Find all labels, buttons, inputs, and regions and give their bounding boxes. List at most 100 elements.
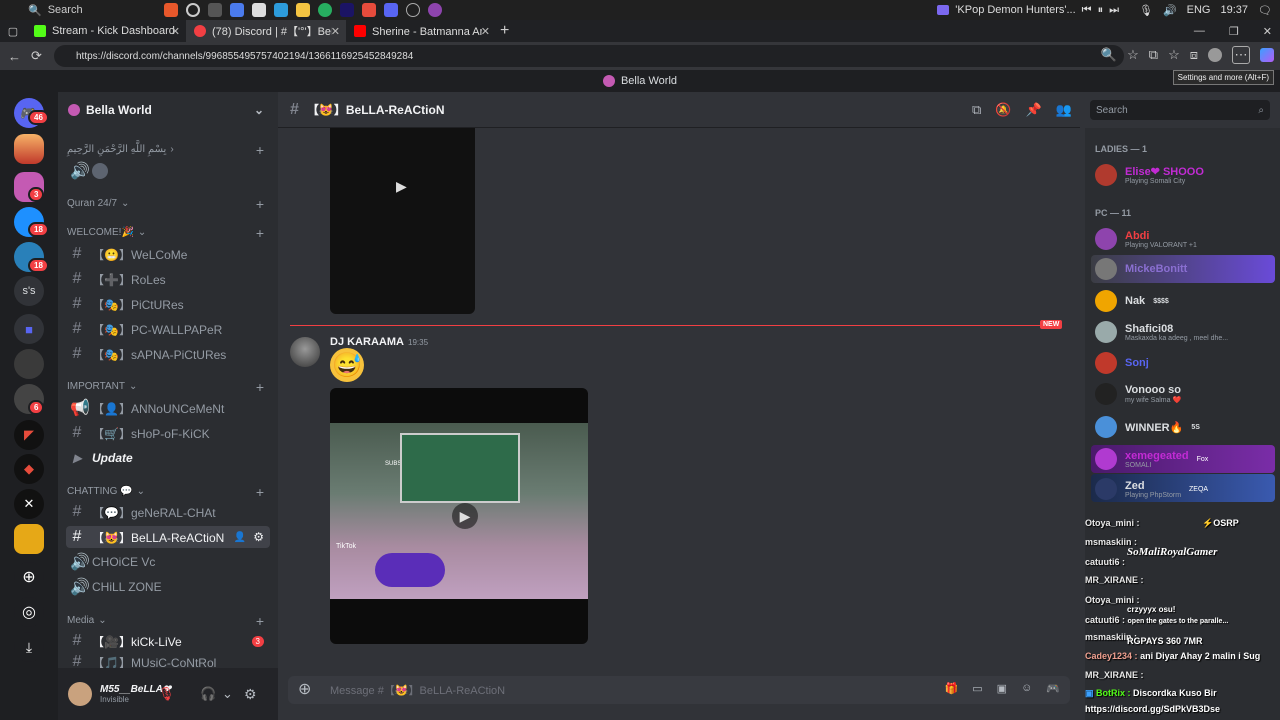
channel-roles[interactable]: # 【➕】RoLes xyxy=(66,268,270,290)
invite-icon[interactable]: 👤 xyxy=(234,532,246,543)
notification-bell-icon[interactable]: 🔕 xyxy=(995,102,1011,118)
add-channel-icon[interactable]: + xyxy=(256,142,264,158)
mute-icon[interactable]: 🎙 xyxy=(158,686,175,702)
server-icon-ss[interactable]: s's xyxy=(14,276,44,306)
member-row[interactable]: Sonj xyxy=(1095,350,1275,376)
folder-icon[interactable]: ■ xyxy=(14,314,44,344)
threads-icon[interactable]: ⧉ xyxy=(972,102,981,118)
extensions-icon[interactable]: ⧉ xyxy=(1149,47,1158,63)
channel-announcement[interactable]: 📢 【👤】ANNoUNCeMeNt xyxy=(66,397,270,419)
server-icon[interactable]: ◆ xyxy=(14,454,44,484)
category-media[interactable]: Media ⌄ xyxy=(67,615,107,626)
member-row[interactable]: Elise❤ SHOOO Playing Somali City xyxy=(1095,162,1275,188)
channel-music-control[interactable]: # 【🎵】MUsiC-CoNtRol xyxy=(66,655,270,669)
category-quran[interactable]: Quran 24/7 ⌄ xyxy=(67,198,129,209)
previous-icon[interactable]: ⏮ xyxy=(1082,4,1092,17)
close-window-icon[interactable]: ✕ xyxy=(1263,25,1272,38)
download-icon[interactable]: ⤓ xyxy=(14,632,44,662)
category-important[interactable]: IMPORTANT ⌄ xyxy=(67,381,137,392)
settings-more-button[interactable]: ⋯ xyxy=(1232,46,1250,64)
app-icon[interactable] xyxy=(208,3,222,17)
app-icon[interactable] xyxy=(164,3,178,17)
channel-welcome[interactable]: # 【😬】WeLCoMe xyxy=(66,243,270,265)
message-author[interactable]: DJ KARAAMA xyxy=(330,336,404,348)
server-header[interactable]: Bella World ⌄ xyxy=(58,92,278,128)
member-list-icon[interactable]: 👥 xyxy=(1056,102,1072,118)
channel-sapna-pictures[interactable]: # 【🎭】sAPNA-PiCtURes xyxy=(66,343,270,365)
pause-icon[interactable]: ⏸ xyxy=(1098,4,1104,17)
sticker-icon[interactable]: ▣ xyxy=(997,682,1007,695)
microphone-icon[interactable]: 🎙 xyxy=(1139,4,1153,17)
tab-actions-icon[interactable]: ▢ xyxy=(0,25,26,38)
category-welcome[interactable]: WELCOME!🎉 ⌄ xyxy=(67,227,146,238)
browser-icon[interactable] xyxy=(318,3,332,17)
add-channel-icon[interactable]: + xyxy=(256,613,264,629)
add-channel-icon[interactable]: + xyxy=(256,379,264,395)
voice-channel-row[interactable]: 🔊 xyxy=(66,160,270,182)
channel-general-chat[interactable]: # 【💬】geNeRAL-CHAt xyxy=(66,501,270,523)
close-icon[interactable]: ✕ xyxy=(331,25,340,38)
channel-shop-of-kick[interactable]: # 【🛒】sHoP-oF-KiCK xyxy=(66,422,270,444)
app-icon[interactable] xyxy=(274,3,288,17)
clock[interactable]: 19:37 xyxy=(1221,4,1249,16)
user-settings-gear-icon[interactable]: ⚙ xyxy=(244,686,257,703)
profile-avatar[interactable] xyxy=(1208,48,1222,62)
language-indicator[interactable]: ENG xyxy=(1187,4,1211,16)
category-top[interactable]: بِسْمِ اللَّهِ الرَّحْمَنِ الرَّحِيمِ › xyxy=(67,144,174,155)
address-bar[interactable]: https://discord.com/channels/99685549575… xyxy=(54,45,1124,67)
close-icon[interactable]: ✕ xyxy=(481,25,490,38)
zoom-icon[interactable]: 🔍 xyxy=(1101,47,1117,63)
minimize-icon[interactable]: — xyxy=(1194,25,1205,37)
app-icon[interactable] xyxy=(340,3,354,17)
gift-icon[interactable]: 🎁 xyxy=(945,682,959,695)
member-row[interactable]: Nak $$$$ xyxy=(1095,288,1275,314)
favorite-star-icon[interactable]: ☆ xyxy=(1127,47,1139,63)
upload-plus-icon[interactable]: ⊕ xyxy=(298,679,311,699)
channel-bella-reaction[interactable]: # 【😻】BeLLA-ReACtioN 👤 ⚙ xyxy=(66,526,270,548)
app-icon[interactable] xyxy=(362,3,376,17)
favorites-icon[interactable]: ☆ xyxy=(1168,47,1180,63)
new-tab-button[interactable]: + xyxy=(500,22,509,40)
back-icon[interactable]: ← xyxy=(8,49,21,64)
video-attachment[interactable]: ▶ xyxy=(330,128,475,314)
member-row[interactable]: MickeBonitt xyxy=(1095,256,1275,282)
volume-icon[interactable]: 🔊 xyxy=(1163,4,1177,17)
user-avatar[interactable] xyxy=(68,682,92,706)
app-icon[interactable] xyxy=(252,3,266,17)
channel-kick-live[interactable]: # 【🎥】kiCk-LiVe 3 xyxy=(66,630,270,652)
pin-icon[interactable]: 📌 xyxy=(1025,102,1041,118)
close-icon[interactable]: ✕ xyxy=(171,25,180,38)
play-icon[interactable]: ▶ xyxy=(396,178,407,195)
app-icon[interactable] xyxy=(230,3,244,17)
copilot-icon[interactable] xyxy=(1260,48,1274,62)
video-attachment[interactable]: SUBS: 11/20 TikTok ▶ xyxy=(330,388,588,644)
collections-icon[interactable]: ⧈ xyxy=(1190,47,1198,63)
server-icon[interactable]: ✕ xyxy=(14,489,44,519)
chevron-down-icon[interactable]: ⌄ xyxy=(222,686,233,702)
category-chatting[interactable]: CHATTING 💬 ⌄ xyxy=(67,486,145,497)
add-channel-icon[interactable]: + xyxy=(256,225,264,241)
channel-pc-wallpaper[interactable]: # 【🎭】PC-WALLPAPeR xyxy=(66,318,270,340)
channel-choice-vc[interactable]: 🔊 CHOiCE Vc xyxy=(66,551,270,573)
folder-icon[interactable] xyxy=(296,3,310,17)
app-icon[interactable] xyxy=(406,3,420,17)
server-icon[interactable] xyxy=(14,134,44,164)
headphones-icon[interactable]: 🎧 xyxy=(200,686,216,702)
restore-icon[interactable]: ❐ xyxy=(1229,25,1239,38)
discord-icon[interactable] xyxy=(384,3,398,17)
channel-pictures[interactable]: # 【🎭】PiCtURes xyxy=(66,293,270,315)
tab-kick[interactable]: Stream - Kick Dashboard ✕ xyxy=(26,20,186,42)
activities-icon[interactable]: 🎮 xyxy=(1046,682,1060,695)
channel-update[interactable]: ▸ Update xyxy=(66,447,270,469)
app-icon[interactable] xyxy=(186,3,200,17)
chevron-down-icon[interactable]: ⌄ xyxy=(254,103,264,117)
member-row[interactable]: xemegeated SOMALI Fox xyxy=(1095,446,1275,472)
server-icon[interactable] xyxy=(14,524,44,554)
notification-icon[interactable]: 🗨 xyxy=(1258,4,1272,17)
explore-icon[interactable]: ◎ xyxy=(14,597,44,627)
server-icon[interactable]: ◤ xyxy=(14,420,44,450)
member-row[interactable]: Vonooo so my wife Salma ❤️ xyxy=(1095,381,1275,407)
add-channel-icon[interactable]: + xyxy=(256,196,264,212)
play-icon[interactable]: ▶ xyxy=(452,503,478,529)
server-icon[interactable] xyxy=(14,349,44,379)
